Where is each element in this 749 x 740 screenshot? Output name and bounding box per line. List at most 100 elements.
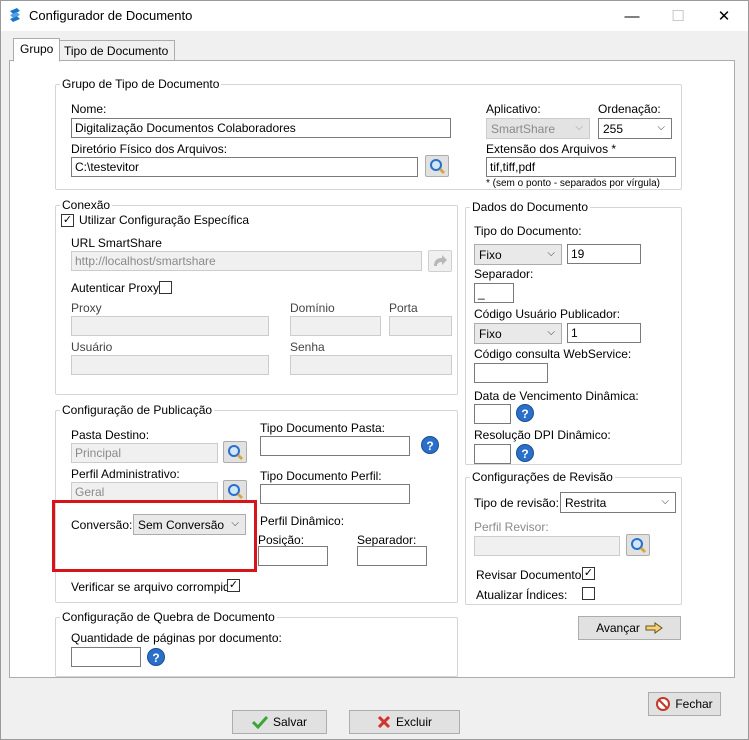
- nome-field[interactable]: Digitalização Documentos Colaboradores: [71, 118, 451, 138]
- search-icon: [631, 538, 647, 554]
- help-icon[interactable]: ?: [147, 648, 165, 666]
- posicao-field[interactable]: [258, 546, 328, 566]
- perfil-admin-label: Perfil Administrativo:: [71, 467, 180, 481]
- app-logo-icon: [10, 8, 20, 22]
- browse-perfil-button[interactable]: [223, 480, 247, 502]
- search-icon: [228, 445, 244, 461]
- avancar-button[interactable]: Avançar: [578, 616, 681, 640]
- tipo-doc-label: Tipo do Documento:: [474, 224, 582, 238]
- porta-field[interactable]: [389, 316, 452, 336]
- perfil-revisor-field[interactable]: [474, 536, 620, 556]
- separador-pub-field[interactable]: [357, 546, 427, 566]
- help-icon[interactable]: ?: [516, 404, 534, 422]
- group-legend: Configuração de Publicação: [60, 403, 215, 417]
- utilizar-checkbox[interactable]: ✓: [61, 214, 74, 227]
- quantidade-label: Quantidade de páginas por documento:: [71, 631, 282, 645]
- verificar-label: Verificar se arquivo corrompido:: [71, 580, 240, 594]
- aplicativo-select[interactable]: SmartShare ⌵: [486, 118, 590, 139]
- quantidade-field[interactable]: [71, 647, 141, 667]
- codigo-select[interactable]: Fixo ⌵: [474, 323, 562, 344]
- usuario-field[interactable]: [71, 355, 269, 375]
- chevron-down-icon: ⌵: [661, 496, 669, 507]
- help-icon[interactable]: ?: [516, 444, 534, 462]
- arrow-right-icon: [645, 622, 663, 634]
- salvar-label: Salvar: [272, 715, 307, 729]
- ordenacao-value: 255: [603, 122, 624, 136]
- porta-label: Porta: [389, 301, 418, 315]
- dpi-label: Resolução DPI Dinâmico:: [474, 428, 611, 442]
- ordenacao-select[interactable]: 255 ⌵: [598, 118, 672, 139]
- revisar-checkbox[interactable]: ✓: [582, 567, 595, 580]
- excluir-button[interactable]: Excluir: [349, 710, 460, 734]
- group-legend: Configuração de Quebra de Documento: [60, 610, 277, 624]
- usuario-label: Usuário: [71, 340, 113, 354]
- help-icon[interactable]: ?: [421, 436, 439, 454]
- delete-x-icon: [377, 715, 391, 729]
- autenticar-checkbox[interactable]: [159, 281, 172, 294]
- pasta-destino-field[interactable]: Principal: [71, 443, 218, 463]
- tipo-perfil-label: Tipo Documento Perfil:: [260, 469, 382, 483]
- diretorio-field[interactable]: C:\testevitor: [71, 157, 418, 177]
- redo-arrow-icon: [434, 255, 447, 266]
- ws-label: Código consulta WebService:: [474, 347, 632, 361]
- browse-pasta-button[interactable]: [223, 441, 247, 463]
- perfil-revisor-label: Perfil Revisor:: [474, 520, 549, 534]
- tipo-revisao-value: Restrita: [565, 496, 607, 510]
- tab-tipo-documento[interactable]: Tipo de Documento: [57, 40, 176, 62]
- tipo-revisao-select[interactable]: Restrita ⌵: [560, 492, 676, 513]
- no-entry-icon: [656, 697, 671, 711]
- codigo-label: Código Usuário Publicador:: [474, 307, 621, 321]
- codigo-select-value: Fixo: [479, 327, 502, 341]
- excluir-label: Excluir: [395, 715, 432, 729]
- atualizar-checkbox[interactable]: [582, 587, 595, 600]
- perfil-admin-field[interactable]: Geral: [71, 482, 218, 502]
- search-icon: [228, 484, 244, 500]
- pasta-destino-label: Pasta Destino:: [71, 428, 150, 442]
- dominio-field[interactable]: [290, 316, 381, 336]
- diretorio-label: Diretório Físico dos Arquivos:: [71, 142, 228, 156]
- atualizar-label: Atualizar Índices:: [476, 588, 568, 602]
- tipo-doc-select[interactable]: Fixo ⌵: [474, 244, 562, 265]
- url-label: URL SmartShare: [71, 236, 162, 250]
- tipo-doc-field[interactable]: 19: [567, 244, 641, 264]
- perfil-dinamico-label: Perfil Dinâmico:: [260, 514, 345, 528]
- vencimento-field[interactable]: [474, 404, 511, 424]
- conversao-highlight-box: [52, 500, 257, 572]
- vencimento-label: Data de Vencimento Dinâmica:: [474, 389, 639, 403]
- separador-field[interactable]: _: [474, 283, 514, 303]
- group-legend: Dados do Documento: [470, 200, 591, 214]
- tipo-pasta-field[interactable]: [260, 436, 410, 456]
- maximize-button[interactable]: ☐: [655, 2, 701, 31]
- tipo-doc-select-value: Fixo: [479, 248, 502, 262]
- separador-pub-label: Separador:: [357, 533, 417, 547]
- dpi-field[interactable]: [474, 444, 511, 464]
- proxy-field[interactable]: [71, 316, 269, 336]
- fechar-button[interactable]: Fechar: [648, 692, 721, 716]
- revisar-label: Revisar Documento:: [476, 568, 585, 582]
- salvar-button[interactable]: Salvar: [232, 710, 327, 734]
- tipo-perfil-field[interactable]: [260, 484, 410, 504]
- tab-grupo[interactable]: Grupo: [13, 38, 61, 62]
- tipo-revisao-label: Tipo de revisão:: [474, 496, 559, 510]
- title-bar: Configurador de Documento — ☐ ✕: [1, 1, 748, 31]
- browse-revisor-button[interactable]: [626, 534, 650, 556]
- search-icon: [430, 159, 446, 175]
- codigo-field[interactable]: 1: [567, 323, 641, 343]
- chevron-down-icon: ⌵: [547, 327, 555, 338]
- browse-directory-button[interactable]: [425, 155, 449, 177]
- separador-label: Separador:: [474, 267, 534, 281]
- nome-label: Nome:: [71, 102, 107, 116]
- close-button[interactable]: ✕: [701, 2, 747, 31]
- refresh-url-button[interactable]: [428, 250, 452, 272]
- fechar-label: Fechar: [675, 697, 713, 711]
- extensao-field[interactable]: tif,tiff,pdf: [486, 157, 676, 177]
- dominio-label: Domínio: [290, 301, 335, 315]
- posicao-label: Posição:: [258, 533, 305, 547]
- autenticar-label: Autenticar Proxy:: [71, 281, 163, 295]
- url-field[interactable]: http://localhost/smartshare: [71, 251, 422, 271]
- group-legend: Grupo de Tipo de Documento: [60, 77, 222, 91]
- ws-field[interactable]: [474, 363, 548, 383]
- senha-field[interactable]: [290, 355, 452, 375]
- minimize-button[interactable]: —: [609, 2, 655, 31]
- verificar-checkbox[interactable]: ✓: [227, 579, 240, 592]
